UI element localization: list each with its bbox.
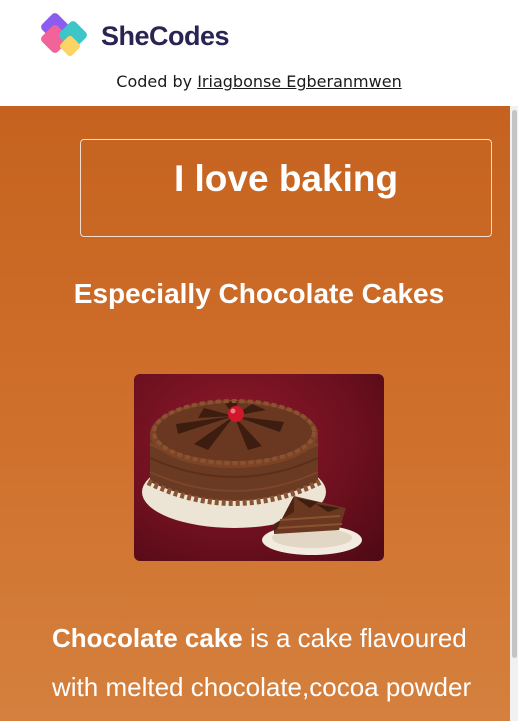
page-title: I love baking bbox=[173, 158, 399, 199]
chocolate-cake-image bbox=[134, 374, 384, 561]
shecodes-logo[interactable]: SheCodes bbox=[38, 10, 238, 66]
title-box: I love baking bbox=[80, 139, 492, 237]
logo-text: SheCodes bbox=[101, 21, 230, 51]
author-link[interactable]: Iriagbonse Egberanmwen bbox=[197, 72, 402, 91]
credit-line: Coded by Iriagbonse Egberanmwen bbox=[0, 72, 518, 91]
description-bold: Chocolate cake bbox=[52, 623, 243, 653]
page-subtitle: Especially Chocolate Cakes bbox=[73, 278, 445, 309]
page-header: SheCodes Coded by Iriagbonse Egberanmwen bbox=[0, 0, 518, 106]
content-panel: I love baking Especially Chocolate Cakes bbox=[0, 106, 510, 721]
credit-prefix: Coded by bbox=[116, 72, 198, 91]
scrollbar-thumb[interactable] bbox=[512, 110, 517, 658]
scrollbar[interactable] bbox=[510, 106, 518, 721]
shecodes-logo-icon bbox=[41, 13, 87, 57]
chocolate-cake-illustration bbox=[142, 399, 362, 555]
cake-description: Chocolate cake is a cake flavoured with … bbox=[52, 614, 502, 712]
